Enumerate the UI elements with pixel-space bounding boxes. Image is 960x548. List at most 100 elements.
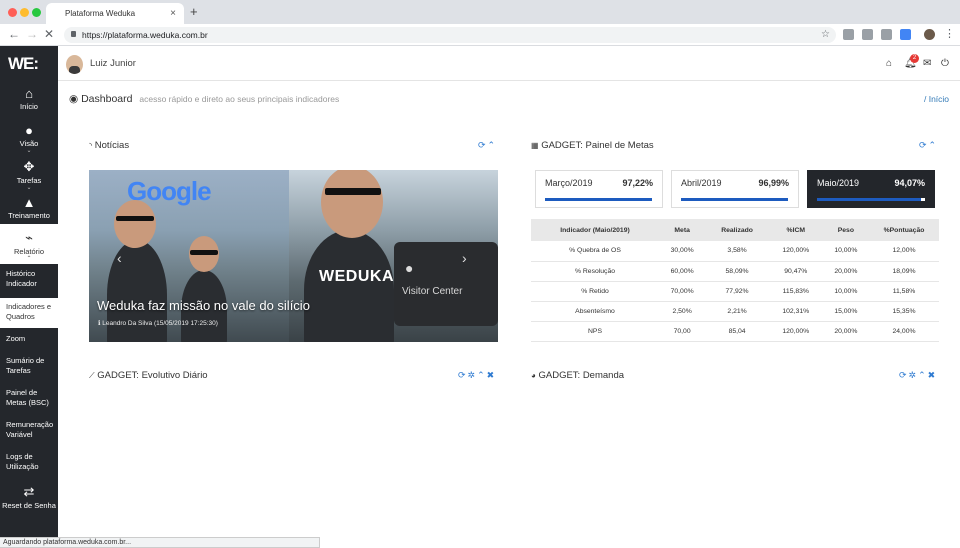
submenu-logs-utilizacao[interactable]: Logs de Utilização <box>0 452 58 472</box>
bookmark-star-icon[interactable]: ☆ <box>821 27 830 43</box>
carousel-prev-icon[interactable]: ‹ <box>117 250 122 266</box>
table-cell: 18,09% <box>869 261 939 282</box>
graduation-cap-icon: ▲ <box>22 195 36 210</box>
news-caption[interactable]: Weduka faz missão no vale do silício <box>97 298 310 313</box>
tab-close-icon[interactable]: × <box>170 3 176 24</box>
table-cell: 15,00% <box>822 301 869 322</box>
sidebar-item-label: Início <box>20 102 38 111</box>
demanda-tools: ⟳✲⌃✖ <box>899 370 937 381</box>
stop-icon[interactable]: ✕ <box>44 27 54 41</box>
home-icon[interactable]: ⌂ <box>886 58 892 69</box>
submenu-sumario-tarefas[interactable]: Sumário de Tarefas <box>0 356 58 376</box>
metas-tools: ⟳⌃ <box>919 140 938 151</box>
meta-card-label: Maio/2019 <box>817 178 860 188</box>
table-cell: 2,21% <box>705 301 769 322</box>
refresh-icon[interactable]: ⟳ <box>899 370 909 380</box>
submenu-painel-metas[interactable]: Painel de Metas (BSC) <box>0 388 58 408</box>
refresh-icon[interactable]: ⟳ <box>458 370 468 380</box>
column-header: Peso <box>822 219 869 241</box>
home-icon: ⌂ <box>25 86 33 101</box>
sidebar-item-visao[interactable]: ● Visão ⌄ <box>0 123 58 154</box>
table-cell: NPS <box>531 321 659 342</box>
sidebar-item-label: Visão <box>19 139 39 148</box>
table-cell: 120,00% <box>768 241 823 262</box>
chevron-up-icon[interactable]: ⌃ <box>929 140 939 150</box>
forward-icon[interactable]: → <box>26 27 38 41</box>
column-header: %ICM <box>768 219 823 241</box>
apple-logo-icon: ● <box>405 260 414 276</box>
sidebar-item-tarefas[interactable]: ✥ Tarefas ⌄ <box>0 159 58 191</box>
minimize-window-button[interactable] <box>20 8 29 17</box>
user-avatar[interactable] <box>66 55 83 74</box>
person-head <box>114 200 156 248</box>
table-row: % Resolução 60,00% 58,09% 90,47% 20,00% … <box>531 261 939 282</box>
table-row: % Retido 70,00% 77,92% 115,83% 10,00% 11… <box>531 281 939 302</box>
meta-card-label: Abril/2019 <box>681 178 722 188</box>
page-title: ◉ Dashboard acesso rápido e direto ao se… <box>69 93 339 105</box>
metas-title-text: GADGET: Painel de Metas <box>541 140 654 151</box>
sunglasses <box>116 216 154 221</box>
meta-card-progress <box>817 198 921 201</box>
refresh-icon[interactable]: ⟳ <box>478 140 488 150</box>
meta-card-abril[interactable]: Abril/2019 96,99% <box>671 170 799 208</box>
table-cell: 10,00% <box>822 281 869 302</box>
new-tab-button[interactable]: + <box>190 4 198 19</box>
chevron-down-icon: ⌄ <box>26 185 32 191</box>
user-name[interactable]: Luiz Junior <box>90 58 136 69</box>
table-cell: 20,00% <box>822 261 869 282</box>
sidebar-item-reset-senha[interactable]: ⇄ Reset de Senha <box>0 484 58 510</box>
table-cell: 12,00% <box>869 241 939 262</box>
sidebar-item-relatorio[interactable]: ⌁ Relatório ⌃ <box>0 224 58 264</box>
table-cell: 24,00% <box>869 321 939 342</box>
refresh-icon[interactable]: ⟳ <box>919 140 929 150</box>
evolutivo-tools: ⟳✲⌃✖ <box>458 370 496 381</box>
table-cell: 70,00 <box>659 321 706 342</box>
close-icon[interactable]: ✖ <box>928 370 938 380</box>
submenu-zoom[interactable]: Zoom <box>0 334 58 344</box>
extension-icon[interactable] <box>843 29 854 40</box>
chevron-up-icon[interactable]: ⌃ <box>477 370 487 380</box>
carousel-next-icon[interactable]: › <box>462 250 467 266</box>
evolutivo-title: ⟋ GADGET: Evolutivo Diário <box>89 370 208 381</box>
extension-icon[interactable] <box>862 29 873 40</box>
maximize-window-button[interactable] <box>32 8 41 17</box>
table-cell: % Resolução <box>531 261 659 282</box>
table-cell: 20,00% <box>822 321 869 342</box>
sign-text: Visitor Center <box>402 286 463 297</box>
column-header: Indicador (Maio/2019) <box>531 219 659 241</box>
profile-avatar-icon[interactable] <box>924 29 935 40</box>
chevron-up-icon[interactable]: ⌃ <box>488 140 498 150</box>
chevron-up-icon[interactable]: ⌃ <box>918 370 928 380</box>
noticias-title-text: Notícias <box>94 140 130 151</box>
table-cell: 70,00% <box>659 281 706 302</box>
gear-icon[interactable]: ✲ <box>909 370 919 380</box>
sidebar-item-inicio[interactable]: ⌂ Início <box>0 86 58 111</box>
browser-menu-icon[interactable]: ⋮ <box>944 27 955 40</box>
submenu-indicadores-quadros[interactable]: Indicadores e Quadros <box>0 298 58 328</box>
gear-icon[interactable]: ✲ <box>468 370 478 380</box>
sidebar-item-treinamento[interactable]: ▲ Treinamento <box>0 195 58 220</box>
meta-card-maio[interactable]: Maio/2019 94,07% <box>807 170 935 208</box>
breadcrumb[interactable]: / Início <box>924 94 949 104</box>
weduka-logo[interactable]: WE: <box>8 54 39 74</box>
chevron-down-icon: ⌄ <box>26 148 32 154</box>
submenu-remuneracao-variavel[interactable]: Remuneração Variável <box>0 420 58 440</box>
notification-badge: 2 <box>910 54 919 63</box>
power-icon[interactable]: ⏻ <box>941 58 949 69</box>
dashboard-icon: ◉ <box>69 93 79 105</box>
close-icon[interactable]: ✖ <box>487 370 497 380</box>
close-window-button[interactable] <box>8 8 17 17</box>
table-cell: 90,47% <box>768 261 823 282</box>
page-title-text: Dashboard <box>81 93 133 105</box>
extension-icon[interactable] <box>881 29 892 40</box>
extension-icon[interactable] <box>900 29 911 40</box>
news-carousel[interactable]: Google ● Visitor Center WEDUKA ‹ › Weduk… <box>89 170 498 342</box>
back-icon[interactable]: ← <box>8 27 20 41</box>
table-header-row: Indicador (Maio/2019) Meta Realizado %IC… <box>531 219 939 241</box>
mail-icon[interactable]: ✉ <box>923 58 931 69</box>
submenu-historico-indicador[interactable]: Histórico Indicador <box>0 269 58 289</box>
url-field[interactable]: https://plataforma.weduka.com.br ☆ <box>64 27 836 43</box>
meta-card-marco[interactable]: Março/2019 97,22% <box>535 170 663 208</box>
browser-tab[interactable]: Plataforma Weduka × <box>46 3 184 24</box>
noticias-title: ◝ Notícias <box>89 140 129 151</box>
